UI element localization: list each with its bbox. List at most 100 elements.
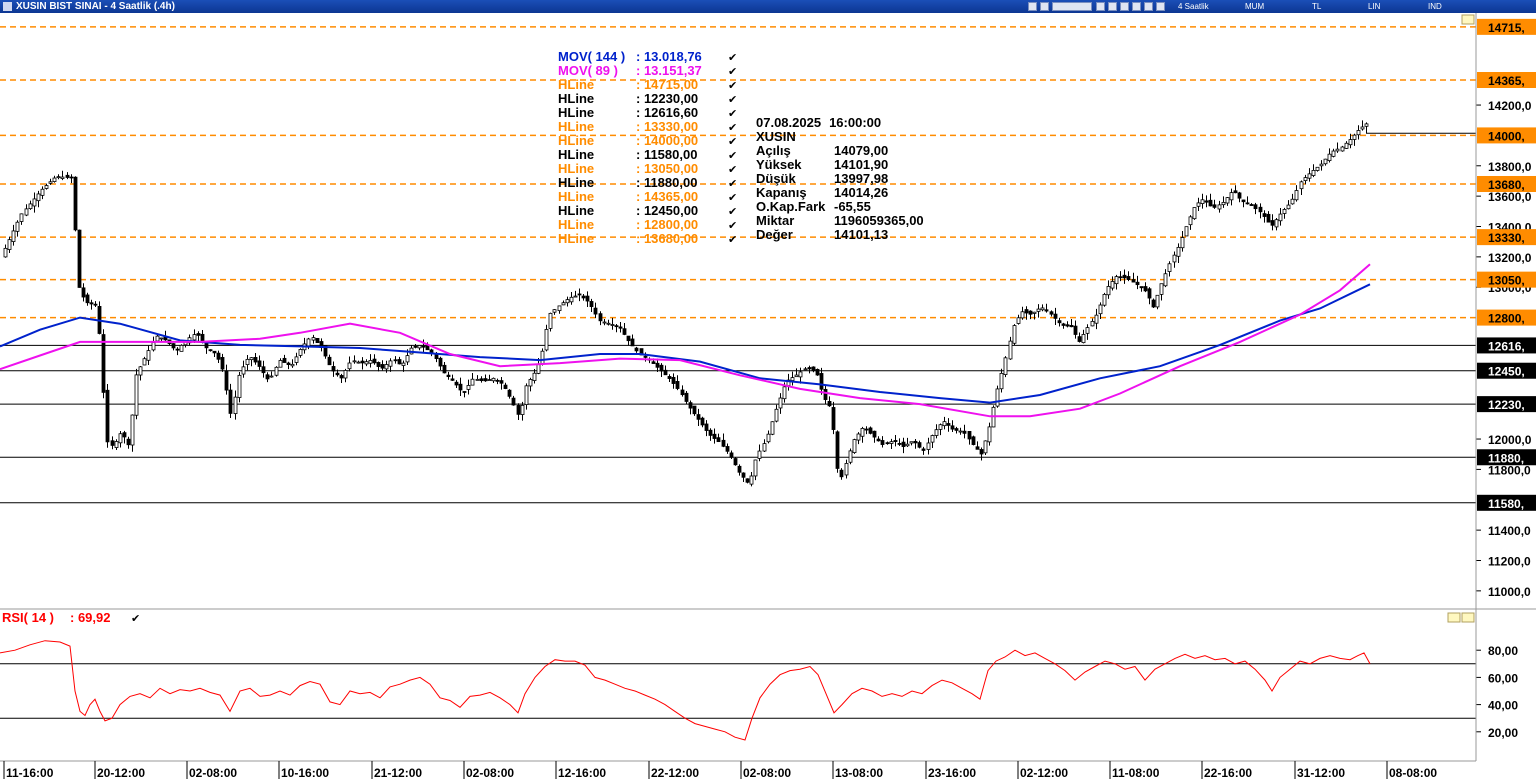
candle-body	[1262, 213, 1267, 217]
chart-canvas[interactable]: 14200,013800,013600,013400,013200,013000…	[0, 13, 1536, 779]
candle-body	[69, 176, 74, 179]
candle-body	[1176, 246, 1181, 257]
hline-checkmark-icon-3[interactable]: ✔	[728, 122, 737, 134]
hline-checkmark-icon-9[interactable]: ✔	[728, 206, 737, 218]
candle-body	[844, 463, 849, 476]
toolbar-icon-1[interactable]	[1028, 2, 1037, 11]
candle-body	[269, 375, 274, 378]
rsi-legend-value: : 69,92	[70, 610, 111, 625]
candle-body	[73, 176, 78, 231]
candle-body	[811, 366, 816, 372]
candle-body	[93, 303, 98, 306]
hline-checkmark-icon-4[interactable]: ✔	[728, 136, 737, 148]
candle-body	[552, 309, 557, 313]
candle-body	[544, 329, 549, 351]
candle-body	[876, 438, 881, 442]
hline-checkmark-icon-5[interactable]: ✔	[728, 150, 737, 162]
candle-body	[1294, 190, 1299, 201]
candle-body	[749, 475, 754, 485]
candle-body	[7, 239, 12, 250]
price-panel[interactable]: 14200,013800,013600,013400,013200,013000…	[0, 13, 1536, 609]
candle-body	[1167, 263, 1172, 272]
toolbar-icon-7[interactable]	[1144, 2, 1153, 11]
hline-checkmark-icon-11[interactable]: ✔	[728, 234, 737, 246]
candle-body	[1139, 286, 1144, 289]
candle-body	[36, 193, 41, 202]
panel-resize-icon[interactable]	[1461, 14, 1475, 25]
hline-label-10: 11880,	[1488, 451, 1524, 465]
toolbar-currency-button[interactable]: TL	[1312, 1, 1321, 12]
candle-body	[77, 229, 82, 288]
toolbar-icon-8[interactable]	[1156, 2, 1165, 11]
toolbar-period-button[interactable]: 4 Saatlik	[1178, 1, 1209, 12]
window-title: XUSIN BIST SINAI - 4 Saatlik (.4h)	[16, 1, 175, 12]
rsi-panel[interactable]: RSI( 14 ) : 69,92 ✔ 80,00 60,00 40,00 20,00	[0, 610, 1518, 741]
candle-body	[212, 350, 217, 354]
candle-body	[278, 360, 283, 368]
rsi-line	[0, 640, 1371, 741]
rsi-panel-close-icon[interactable]	[1461, 612, 1475, 623]
candle-body	[405, 355, 410, 363]
candle-body	[417, 345, 422, 349]
hline-legend-label-3: HLine	[558, 119, 594, 134]
candle-body	[32, 198, 37, 207]
candle-body	[1290, 198, 1295, 205]
toolbar-icon-3[interactable]	[1096, 2, 1105, 11]
candle-body	[1315, 166, 1320, 171]
toolbar-icon-2[interactable]	[1040, 2, 1049, 11]
candle-body	[503, 384, 508, 389]
candle-body	[511, 397, 516, 406]
candle-body	[146, 350, 151, 361]
rsi-panel-restore-icon[interactable]	[1447, 612, 1461, 623]
y-tick-label-5: 13200,0	[1488, 251, 1532, 265]
hline-legend-label-5: HLine	[558, 147, 594, 162]
candle-body	[1278, 213, 1283, 222]
candle-body	[987, 426, 992, 443]
candle-body	[1155, 294, 1160, 308]
candle-body	[835, 431, 840, 469]
candle-body	[659, 364, 664, 372]
info-row-label-4: O.Kap.Fark	[756, 199, 826, 214]
mov89-checkmark-icon[interactable]: ✔	[728, 66, 737, 78]
toolbar-icon-4[interactable]	[1108, 2, 1117, 11]
toolbar-scale-button[interactable]: LIN	[1368, 1, 1380, 12]
rsi-y-axis: 80,00 60,00 40,00 20,00	[1476, 644, 1518, 740]
hline-checkmark-icon-7[interactable]: ✔	[728, 178, 737, 190]
rsi-checkmark-icon[interactable]: ✔	[131, 613, 140, 625]
candle-body	[524, 385, 529, 405]
candle-body	[290, 363, 295, 367]
x-tick-label-9: 13-08:00	[835, 766, 883, 779]
candle-body	[532, 372, 537, 381]
hline-checkmark-icon-6[interactable]: ✔	[728, 164, 737, 176]
candle-body	[585, 295, 590, 302]
candle-body	[175, 348, 180, 351]
candle-body	[872, 430, 877, 438]
candle-body	[339, 375, 344, 379]
hline-checkmark-icon-2[interactable]: ✔	[728, 108, 737, 120]
hline-checkmark-icon-8[interactable]: ✔	[728, 192, 737, 204]
candle-body	[11, 230, 16, 242]
toolbar-indicator-button[interactable]: IND	[1428, 1, 1442, 12]
hline-checkmark-icon-10[interactable]: ✔	[728, 220, 737, 232]
toolbar-period-select-icon[interactable]	[1052, 2, 1092, 11]
x-tick-label-7: 22-12:00	[651, 766, 699, 779]
candle-body	[700, 417, 705, 426]
mov144-checkmark-icon[interactable]: ✔	[728, 52, 737, 64]
candle-body	[692, 405, 697, 415]
candle-body	[1102, 294, 1107, 306]
hline-checkmark-icon-0[interactable]: ✔	[728, 80, 737, 92]
candle-body	[1217, 204, 1222, 210]
candle-body	[733, 458, 738, 466]
hline-legend-label-2: HLine	[558, 105, 594, 120]
toolbar-icon-6[interactable]	[1132, 2, 1141, 11]
candle-body	[688, 402, 693, 409]
candle-body	[598, 313, 603, 322]
candle-body	[1135, 281, 1140, 286]
candle-body	[241, 366, 246, 375]
hline-checkmark-icon-1[interactable]: ✔	[728, 94, 737, 106]
candle-body	[499, 380, 504, 384]
toolbar-chart-type-button[interactable]: MUM	[1245, 1, 1264, 12]
candle-body	[1192, 207, 1197, 220]
toolbar-icon-5[interactable]	[1120, 2, 1129, 11]
candle-body	[606, 322, 611, 325]
